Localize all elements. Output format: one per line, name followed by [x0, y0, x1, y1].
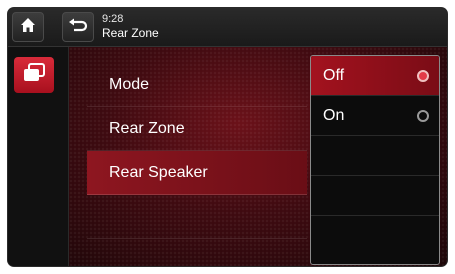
option-on[interactable]: On — [311, 96, 439, 136]
windows-icon — [22, 62, 46, 89]
clock-text: 9:28 — [102, 13, 124, 25]
option-off-label: Off — [323, 66, 345, 84]
options-dropdown: Off On — [310, 55, 440, 265]
option-empty-row — [311, 176, 439, 216]
option-on-label: On — [323, 106, 345, 124]
home-icon — [19, 16, 37, 39]
option-off[interactable]: Off — [311, 56, 439, 96]
radio-selected-icon — [417, 70, 429, 82]
home-button[interactable] — [12, 12, 44, 42]
top-bar: 9:28 Rear Zone — [8, 8, 447, 47]
sidebar-windows-button[interactable] — [14, 57, 54, 93]
menu-item-mode[interactable]: Mode — [87, 63, 307, 107]
head-unit-screen: 9:28 Rear Zone Mode Rear Zone Rear Speak… — [8, 8, 447, 266]
back-icon — [68, 17, 88, 38]
back-button[interactable] — [62, 12, 94, 42]
menu-item-empty — [87, 195, 307, 239]
menu-item-rear-zone[interactable]: Rear Zone — [87, 107, 307, 151]
radio-unselected-icon — [417, 110, 429, 122]
page-title: Rear Zone — [102, 26, 159, 40]
option-empty-row — [311, 136, 439, 176]
menu-item-rear-speaker[interactable]: Rear Speaker — [87, 151, 307, 195]
settings-content: Mode Rear Zone Rear Speaker Off On — [69, 47, 447, 266]
sidebar — [8, 47, 69, 266]
